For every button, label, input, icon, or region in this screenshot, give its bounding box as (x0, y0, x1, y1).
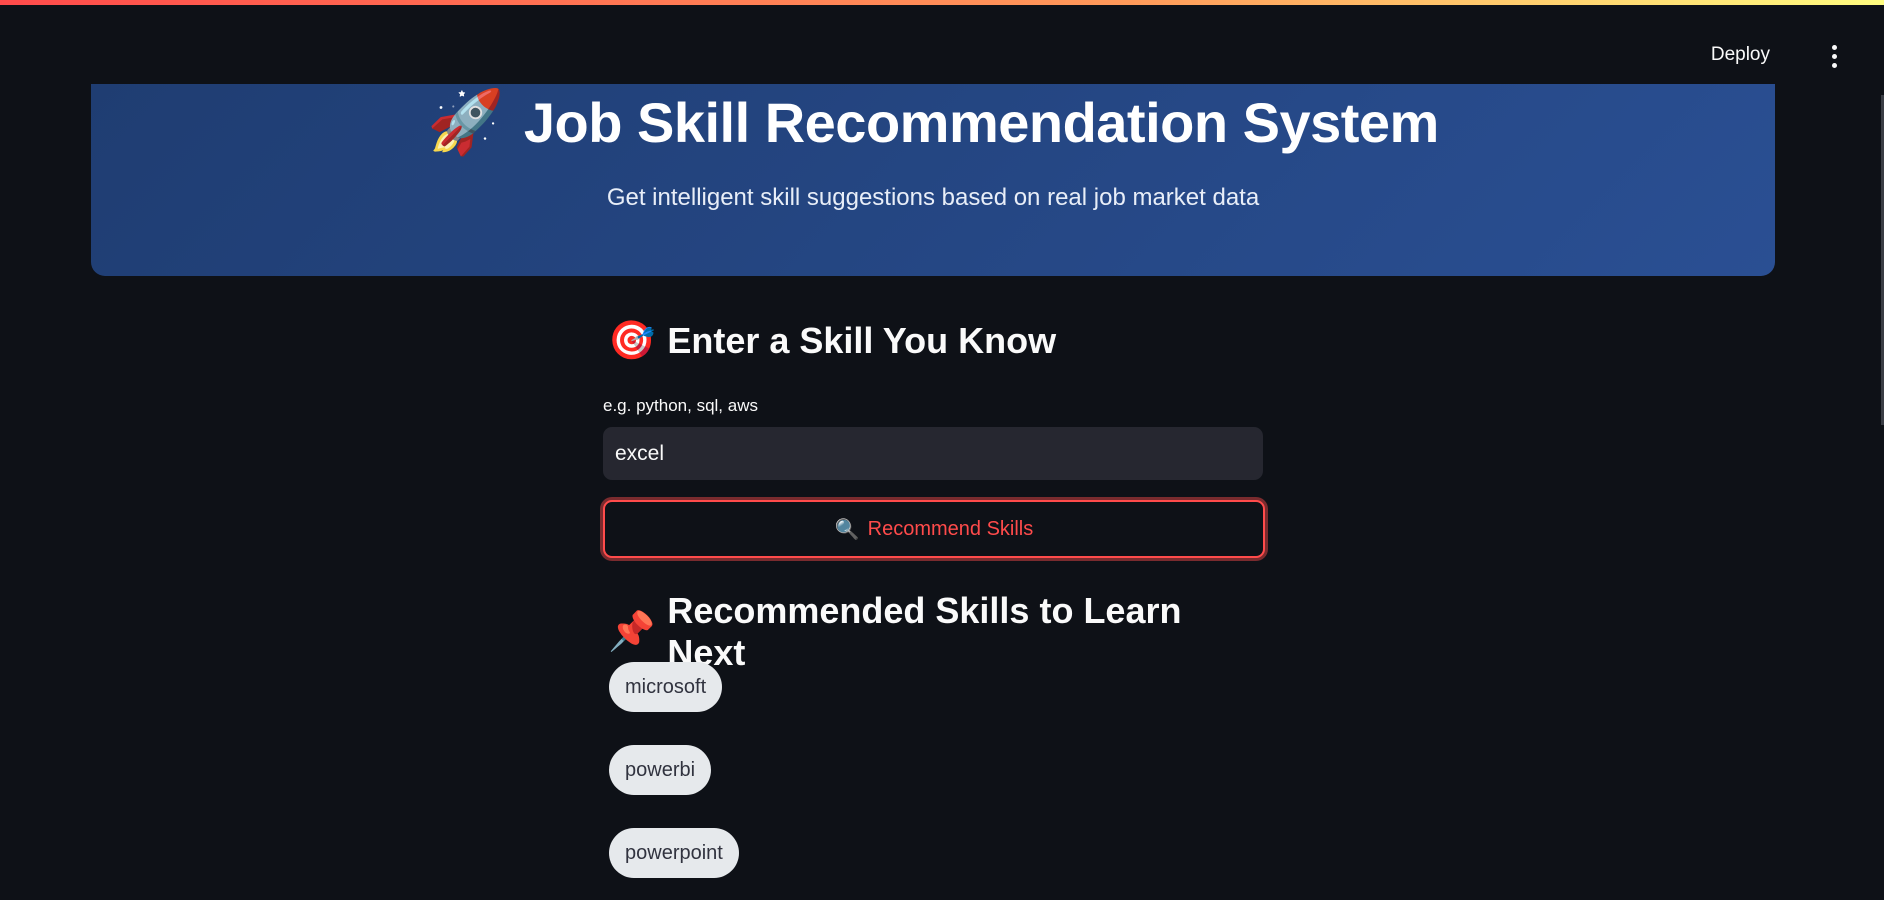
rocket-icon: 🚀 (427, 87, 504, 157)
deploy-button[interactable]: Deploy (1703, 38, 1778, 72)
skill-input[interactable] (603, 427, 1263, 480)
hero-banner: 🚀 Job Skill Recommendation System Get in… (91, 84, 1775, 276)
input-section-heading-text: Enter a Skill You Know (667, 320, 1057, 361)
skill-input-label: e.g. python, sql, aws (603, 396, 758, 415)
results-heading-text: Recommended Skills to Learn Next (667, 590, 1182, 673)
app-toolbar: Deploy (1584, 5, 1884, 95)
skill-pill: microsoft (609, 662, 723, 712)
recommend-skills-label: Recommend Skills (867, 517, 1034, 540)
target-icon: 🎯 (608, 320, 656, 362)
page-title-text: Job Skill Recommendation System (523, 91, 1439, 154)
results-heading: 📌 Recommended Skills to Learn Next (608, 590, 1263, 674)
page-title: 🚀 Job Skill Recommendation System (91, 90, 1775, 155)
skill-pill: powerpoint (609, 828, 739, 878)
recommend-skills-button[interactable]: 🔍 Recommend Skills (603, 500, 1265, 558)
more-vertical-icon[interactable] (1820, 38, 1848, 74)
page-subtitle: Get intelligent skill suggestions based … (606, 184, 1260, 211)
search-icon: 🔍 (834, 518, 860, 541)
pushpin-icon: 📌 (608, 611, 656, 653)
input-section-heading: 🎯 Enter a Skill You Know (608, 320, 1056, 362)
skill-pill: powerbi (609, 745, 712, 795)
